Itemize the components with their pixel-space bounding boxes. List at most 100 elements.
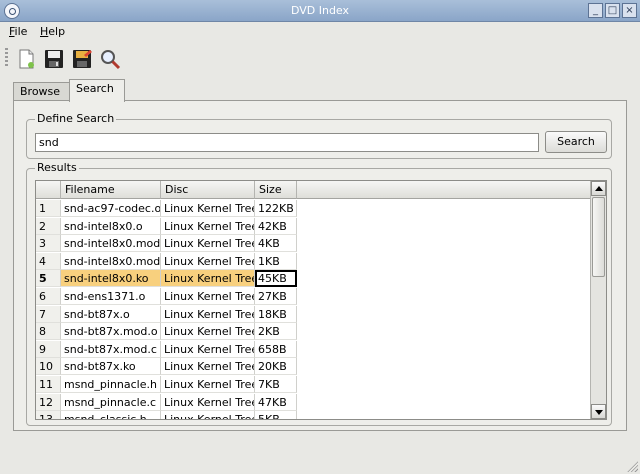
row-number[interactable]: 8 bbox=[36, 323, 61, 341]
cell-size[interactable]: 45KB bbox=[255, 270, 297, 288]
cell-disc[interactable]: Linux Kernel Tree bbox=[161, 235, 255, 253]
cell-disc[interactable]: Linux Kernel Tree bbox=[161, 340, 255, 358]
cell-size[interactable]: 5KB bbox=[255, 411, 297, 419]
row-number[interactable]: 4 bbox=[36, 252, 61, 270]
results-table: Filename Disc Size 1 snd-ac97-codec.o Linu… bbox=[35, 180, 607, 420]
cell-size[interactable]: 18KB bbox=[255, 305, 297, 323]
header-corner[interactable] bbox=[36, 181, 61, 199]
cell-size[interactable]: 4KB bbox=[255, 235, 297, 253]
menu-help[interactable]: Help bbox=[40, 25, 65, 38]
table-row[interactable]: 11 msnd_pinnacle.h Linux Kernel Tree 7KB bbox=[36, 376, 298, 393]
cell-filename[interactable]: snd-bt87x.mod.c bbox=[61, 340, 161, 358]
cell-filename[interactable]: msnd_pinnacle.c bbox=[61, 393, 161, 411]
close-icon[interactable]: × bbox=[622, 3, 637, 18]
cell-filename[interactable]: msnd_classic.h bbox=[61, 411, 161, 419]
maximize-icon[interactable]: □ bbox=[605, 3, 620, 18]
cell-disc[interactable]: Linux Kernel Tree bbox=[161, 393, 255, 411]
cell-filename[interactable]: snd-intel8x0.o bbox=[61, 217, 161, 235]
scroll-thumb[interactable] bbox=[592, 197, 605, 277]
cell-size[interactable]: 122KB bbox=[255, 200, 297, 217]
tab-search-label: Search bbox=[76, 82, 114, 95]
save-as-icon[interactable] bbox=[70, 47, 94, 71]
cell-size[interactable]: 2KB bbox=[255, 323, 297, 341]
row-number[interactable]: 13 bbox=[36, 411, 61, 419]
status-bar bbox=[0, 458, 640, 474]
cell-disc[interactable]: Linux Kernel Tree bbox=[161, 270, 255, 288]
table-row[interactable]: 2 snd-intel8x0.o Linux Kernel Tree 42KB bbox=[36, 217, 298, 235]
column-header-disc[interactable]: Disc bbox=[161, 181, 255, 199]
row-number[interactable]: 9 bbox=[36, 340, 61, 358]
cell-filename[interactable]: snd-intel8x0.mod.c bbox=[61, 252, 161, 270]
table-row[interactable]: 7 snd-bt87x.o Linux Kernel Tree 18KB bbox=[36, 305, 298, 323]
save-icon[interactable] bbox=[42, 47, 66, 71]
menu-file[interactable]: File bbox=[9, 25, 27, 38]
cell-disc[interactable]: Linux Kernel Tree bbox=[161, 217, 255, 235]
search-input[interactable] bbox=[35, 133, 539, 152]
table-row[interactable]: 10 snd-bt87x.ko Linux Kernel Tree 20KB bbox=[36, 358, 298, 376]
search-tab-panel: Define Search Search Results Filename Di… bbox=[13, 100, 627, 431]
table-row[interactable]: 5 snd-intel8x0.ko Linux Kernel Tree 45KB bbox=[36, 270, 298, 288]
row-number[interactable]: 7 bbox=[36, 305, 61, 323]
row-number[interactable]: 11 bbox=[36, 376, 61, 393]
row-number[interactable]: 10 bbox=[36, 358, 61, 376]
cell-filename[interactable]: snd-bt87x.ko bbox=[61, 358, 161, 376]
menu-bar: File Help bbox=[0, 22, 640, 42]
table-row[interactable]: 3 snd-intel8x0.mod.o Linux Kernel Tree 4KB bbox=[36, 235, 298, 253]
toolbar-grip[interactable] bbox=[5, 48, 8, 68]
table-row[interactable]: 4 snd-intel8x0.mod.c Linux Kernel Tree 1KB bbox=[36, 252, 298, 270]
cell-size[interactable]: 42KB bbox=[255, 217, 297, 235]
table-row[interactable]: 12 msnd_pinnacle.c Linux Kernel Tree 47KB bbox=[36, 393, 298, 411]
column-header-filler bbox=[297, 181, 591, 199]
table-row[interactable]: 8 snd-bt87x.mod.o Linux Kernel Tree 2KB bbox=[36, 323, 298, 341]
cell-filename[interactable]: snd-bt87x.o bbox=[61, 305, 161, 323]
results-group: Results Filename Disc Size 1 snd-ac97-cod… bbox=[26, 161, 612, 426]
tab-search[interactable]: Search bbox=[69, 79, 125, 102]
minimize-icon[interactable]: _ bbox=[588, 3, 603, 18]
cell-disc[interactable]: Linux Kernel Tree bbox=[161, 411, 255, 419]
cell-filename[interactable]: snd-intel8x0.ko bbox=[61, 270, 161, 288]
toolbar bbox=[0, 44, 640, 74]
row-number[interactable]: 12 bbox=[36, 393, 61, 411]
tab-browse[interactable]: Browse bbox=[13, 82, 70, 102]
row-number[interactable]: 5 bbox=[36, 270, 61, 288]
cell-disc[interactable]: Linux Kernel Tree bbox=[161, 288, 255, 305]
cell-size[interactable]: 7KB bbox=[255, 376, 297, 393]
search-button-label: Search bbox=[557, 135, 595, 148]
scroll-up-icon[interactable] bbox=[591, 181, 606, 196]
cell-disc[interactable]: Linux Kernel Tree bbox=[161, 200, 255, 217]
cell-size[interactable]: 27KB bbox=[255, 288, 297, 305]
column-header-filename[interactable]: Filename bbox=[61, 181, 161, 199]
row-number[interactable]: 3 bbox=[36, 235, 61, 253]
results-scrollbar[interactable] bbox=[590, 181, 606, 419]
cell-disc[interactable]: Linux Kernel Tree bbox=[161, 305, 255, 323]
size-grip[interactable] bbox=[626, 460, 638, 472]
row-number[interactable]: 2 bbox=[36, 217, 61, 235]
cell-size[interactable]: 658B bbox=[255, 340, 297, 358]
window-titlebar[interactable]: DVD Index _ □ × bbox=[0, 0, 640, 22]
cell-size[interactable]: 47KB bbox=[255, 393, 297, 411]
cell-size[interactable]: 20KB bbox=[255, 358, 297, 376]
cell-disc[interactable]: Linux Kernel Tree bbox=[161, 323, 255, 341]
row-number[interactable]: 1 bbox=[36, 200, 61, 217]
cell-filename[interactable]: snd-intel8x0.mod.o bbox=[61, 235, 161, 253]
search-magnifier-icon[interactable] bbox=[98, 47, 122, 71]
table-row[interactable]: 1 snd-ac97-codec.o Linux Kernel Tree 122KB bbox=[36, 200, 298, 217]
cell-filename[interactable]: msnd_pinnacle.h bbox=[61, 376, 161, 393]
cell-filename[interactable]: snd-ac97-codec.o bbox=[61, 200, 161, 217]
new-document-icon[interactable] bbox=[14, 47, 38, 71]
cell-filename[interactable]: snd-ens1371.o bbox=[61, 288, 161, 305]
cell-disc[interactable]: Linux Kernel Tree bbox=[161, 358, 255, 376]
table-row[interactable]: 13 msnd_classic.h Linux Kernel Tree 5KB bbox=[36, 411, 298, 419]
search-button[interactable]: Search bbox=[545, 131, 607, 153]
scroll-down-icon[interactable] bbox=[591, 404, 606, 419]
table-row[interactable]: 6 snd-ens1371.o Linux Kernel Tree 27KB bbox=[36, 288, 298, 305]
cell-disc[interactable]: Linux Kernel Tree bbox=[161, 376, 255, 393]
define-search-title: Define Search bbox=[35, 112, 117, 125]
define-search-group: Define Search Search bbox=[26, 112, 612, 159]
row-number[interactable]: 6 bbox=[36, 288, 61, 305]
cell-size[interactable]: 1KB bbox=[255, 252, 297, 270]
cell-filename[interactable]: snd-bt87x.mod.o bbox=[61, 323, 161, 341]
cell-disc[interactable]: Linux Kernel Tree bbox=[161, 252, 255, 270]
column-header-size[interactable]: Size bbox=[255, 181, 297, 199]
table-row[interactable]: 9 snd-bt87x.mod.c Linux Kernel Tree 658B bbox=[36, 340, 298, 358]
